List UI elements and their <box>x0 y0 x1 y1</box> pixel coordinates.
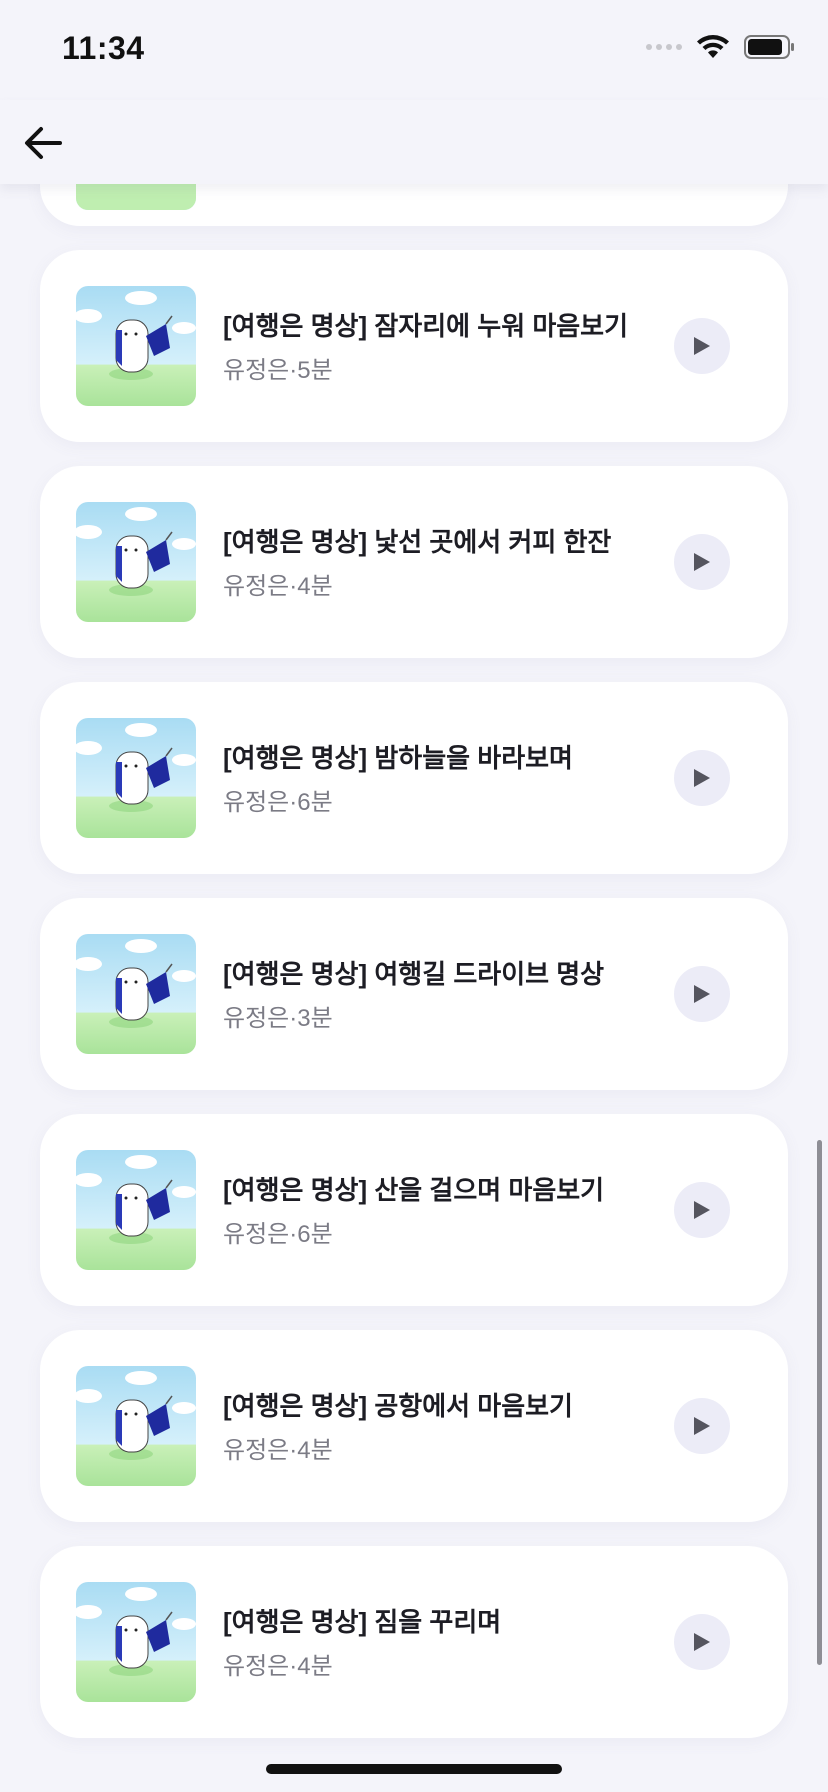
track-author: 유정은 <box>223 789 290 816</box>
back-button[interactable] <box>18 120 68 166</box>
play-button[interactable] <box>674 534 730 590</box>
battery-icon <box>744 34 796 60</box>
track-card[interactable]: [여행은 명상] 잠자리에 누워 마음보기 유정은·5분 <box>40 250 788 442</box>
arrow-left-icon <box>25 127 62 159</box>
track-thumbnail <box>76 934 196 1054</box>
play-icon <box>694 769 710 787</box>
track-title: [여행은 명상] 밤하늘을 바라보며 <box>223 743 573 773</box>
track-duration: 4분 <box>297 1653 333 1680</box>
play-icon <box>694 1417 710 1435</box>
track-title: [여행은 명상] 산을 걸으며 마음보기 <box>223 1175 605 1205</box>
track-thumbnail <box>76 502 196 622</box>
track-author: 유정은 <box>223 1653 290 1680</box>
track-duration: 6분 <box>297 789 333 816</box>
play-icon <box>694 1201 710 1219</box>
track-author: 유정은 <box>223 573 290 600</box>
status-bar: 11:34 <box>0 0 828 100</box>
wifi-icon <box>696 34 730 60</box>
track-duration: 3분 <box>297 1005 333 1032</box>
track-duration: 4분 <box>297 573 333 600</box>
status-icons <box>646 34 796 60</box>
track-thumbnail <box>76 1366 196 1486</box>
track-list[interactable]: [여행은 명상] 잠자리에 누워 마음보기 유정은·5분 [여행은 명상] 낯선… <box>0 0 828 1792</box>
nav-bar <box>0 100 828 184</box>
cellular-signal-icon <box>646 44 682 50</box>
track-meta: 유정은·3분 <box>223 998 333 1033</box>
track-card[interactable]: [여행은 명상] 공항에서 마음보기 유정은·4분 <box>40 1330 788 1522</box>
play-button[interactable] <box>674 318 730 374</box>
scrollbar[interactable] <box>817 1140 822 1665</box>
track-author: 유정은 <box>223 1437 290 1464</box>
track-thumbnail <box>76 1582 196 1702</box>
track-thumbnail <box>76 1150 196 1270</box>
track-meta: 유정은·6분 <box>223 782 333 817</box>
home-indicator[interactable] <box>266 1764 562 1774</box>
track-duration: 5분 <box>297 357 333 384</box>
track-card[interactable]: [여행은 명상] 밤하늘을 바라보며 유정은·6분 <box>40 682 788 874</box>
play-button[interactable] <box>674 1398 730 1454</box>
track-title: [여행은 명상] 공항에서 마음보기 <box>223 1391 573 1421</box>
play-icon <box>694 337 710 355</box>
status-time: 11:34 <box>62 30 145 66</box>
track-title: [여행은 명상] 낯선 곳에서 커피 한잔 <box>223 527 612 557</box>
track-card[interactable]: [여행은 명상] 여행길 드라이브 명상 유정은·3분 <box>40 898 788 1090</box>
play-icon <box>694 553 710 571</box>
track-meta: 유정은·6분 <box>223 1214 333 1249</box>
play-button[interactable] <box>674 1614 730 1670</box>
track-card[interactable]: [여행은 명상] 낯선 곳에서 커피 한잔 유정은·4분 <box>40 466 788 658</box>
track-duration: 4분 <box>297 1437 333 1464</box>
track-meta: 유정은·4분 <box>223 1646 333 1681</box>
play-button[interactable] <box>674 1182 730 1238</box>
track-meta: 유정은·4분 <box>223 566 333 601</box>
track-meta: 유정은·5분 <box>223 350 333 385</box>
play-button[interactable] <box>674 966 730 1022</box>
play-icon <box>694 985 710 1003</box>
track-title: [여행은 명상] 여행길 드라이브 명상 <box>223 959 605 989</box>
track-author: 유정은 <box>223 357 290 384</box>
track-card[interactable]: [여행은 명상] 짐을 꾸리며 유정은·4분 <box>40 1546 788 1738</box>
play-button[interactable] <box>674 750 730 806</box>
track-author: 유정은 <box>223 1221 290 1248</box>
track-title: [여행은 명상] 잠자리에 누워 마음보기 <box>223 311 629 341</box>
track-thumbnail <box>76 718 196 838</box>
track-author: 유정은 <box>223 1005 290 1032</box>
track-title: [여행은 명상] 짐을 꾸리며 <box>223 1607 502 1637</box>
track-duration: 6분 <box>297 1221 333 1248</box>
track-meta: 유정은·4분 <box>223 1430 333 1465</box>
play-icon <box>694 1633 710 1651</box>
track-card[interactable]: [여행은 명상] 산을 걸으며 마음보기 유정은·6분 <box>40 1114 788 1306</box>
track-thumbnail <box>76 286 196 406</box>
